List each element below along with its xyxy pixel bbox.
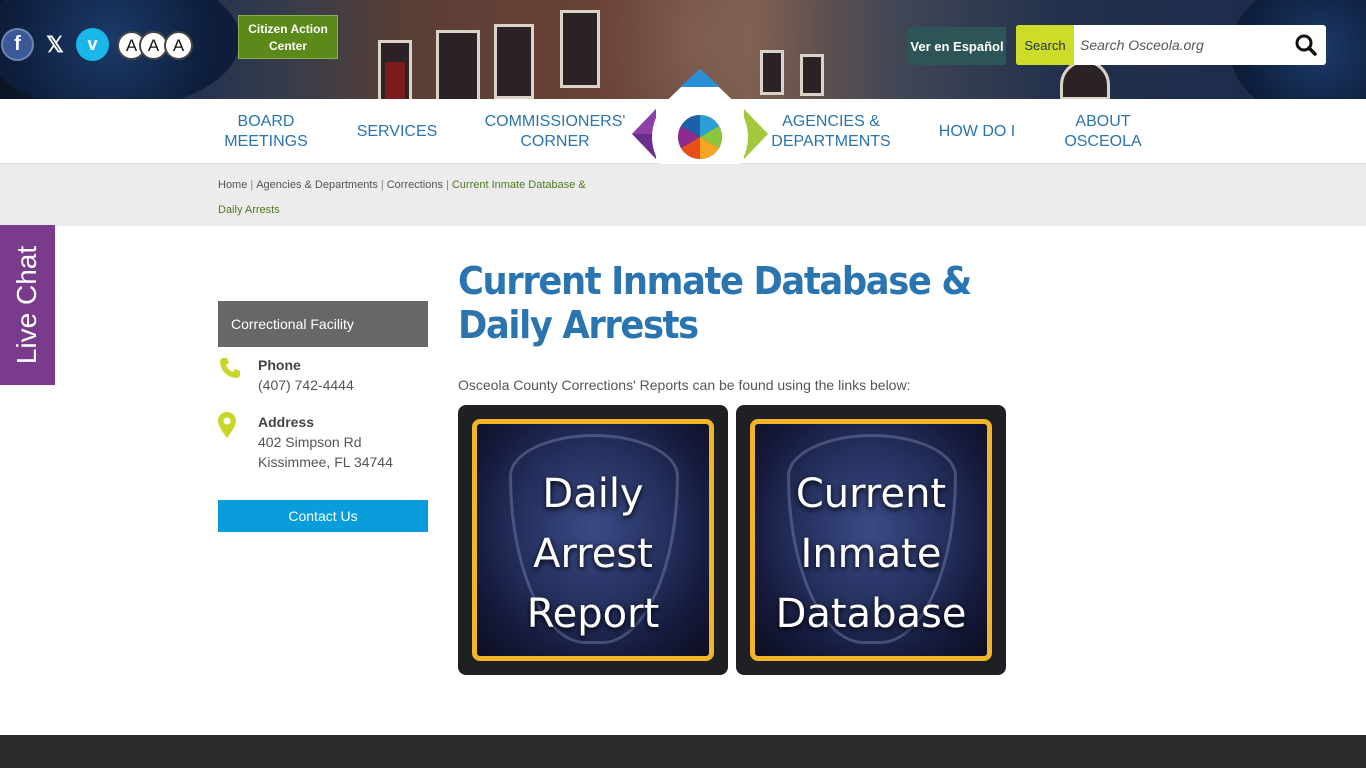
nav-commissioners-corner[interactable]: COMMISSIONERS' CORNER	[480, 99, 630, 164]
font-size-large-button[interactable]: A	[164, 31, 193, 60]
vimeo-icon[interactable]: v	[76, 28, 109, 61]
banner-window	[800, 54, 824, 96]
page-title: Current Inmate Database & Daily Arrests	[458, 259, 972, 347]
banner-window	[1060, 60, 1110, 99]
daily-arrest-report-card[interactable]: Daily Arrest Report	[458, 405, 728, 675]
card-frame: Current Inmate Database	[750, 419, 992, 661]
breadcrumb-agencies[interactable]: Agencies & Departments	[256, 179, 378, 191]
location-pin-icon	[218, 412, 236, 443]
sidebar-heading: Correctional Facility	[218, 301, 428, 347]
nav-how-do-i[interactable]: HOW DO I	[932, 99, 1022, 164]
search-icon[interactable]	[1286, 25, 1326, 65]
nav-about-osceola[interactable]: ABOUT OSCEOLA	[1058, 99, 1148, 164]
phone-label: Phone	[258, 357, 301, 373]
banner-window	[385, 62, 405, 99]
banner-window	[436, 30, 480, 99]
live-chat-button[interactable]: Live Chat	[0, 225, 55, 385]
address-label: Address	[258, 414, 315, 430]
facebook-icon[interactable]: f	[1, 28, 34, 61]
citizen-action-center-button[interactable]: Citizen Action Center	[238, 15, 338, 59]
phone-number[interactable]: (407) 742-4444	[258, 375, 354, 395]
phone-icon	[218, 356, 242, 385]
breadcrumb-text: Home | Agencies & Departments | Corrections |…	[218, 173, 598, 223]
breadcrumb-home[interactable]: Home	[218, 179, 247, 191]
card-frame: Daily Arrest Report	[472, 419, 714, 661]
intro-text: Osceola County Corrections' Reports can …	[458, 377, 911, 393]
address-line-1: 402 Simpson Rd	[258, 434, 362, 450]
live-chat-label: Live Chat	[11, 245, 43, 365]
x-icon[interactable]: 𝕏	[40, 28, 70, 61]
card-label: Current Inmate Database	[775, 471, 967, 637]
banner-window	[560, 10, 600, 88]
breadcrumb-separator: |	[380, 179, 384, 191]
footer	[0, 735, 1366, 768]
breadcrumb-separator: |	[445, 179, 449, 191]
address-line-2: Kissimmee, FL 34744	[258, 454, 393, 470]
breadcrumb-corrections[interactable]: Corrections	[387, 179, 443, 191]
breadcrumb: Home | Agencies & Departments | Corrections |…	[0, 164, 1366, 226]
nav-services[interactable]: SERVICES	[352, 99, 442, 164]
search-label: Search	[1016, 25, 1074, 65]
nav-agencies-departments[interactable]: AGENCIES & DEPARTMENTS	[768, 99, 894, 164]
nav-board-meetings[interactable]: BOARD MEETINGS	[216, 99, 316, 164]
current-inmate-database-card[interactable]: Current Inmate Database	[736, 405, 1006, 675]
card-label: Daily Arrest Report	[526, 471, 660, 637]
espanol-button[interactable]: Ver en Español	[908, 27, 1006, 65]
banner-window	[494, 24, 534, 99]
breadcrumb-separator: |	[250, 179, 254, 191]
search-input[interactable]	[1074, 25, 1286, 65]
contact-us-button[interactable]: Contact Us	[218, 500, 428, 532]
search-bar: Search	[1016, 25, 1326, 65]
